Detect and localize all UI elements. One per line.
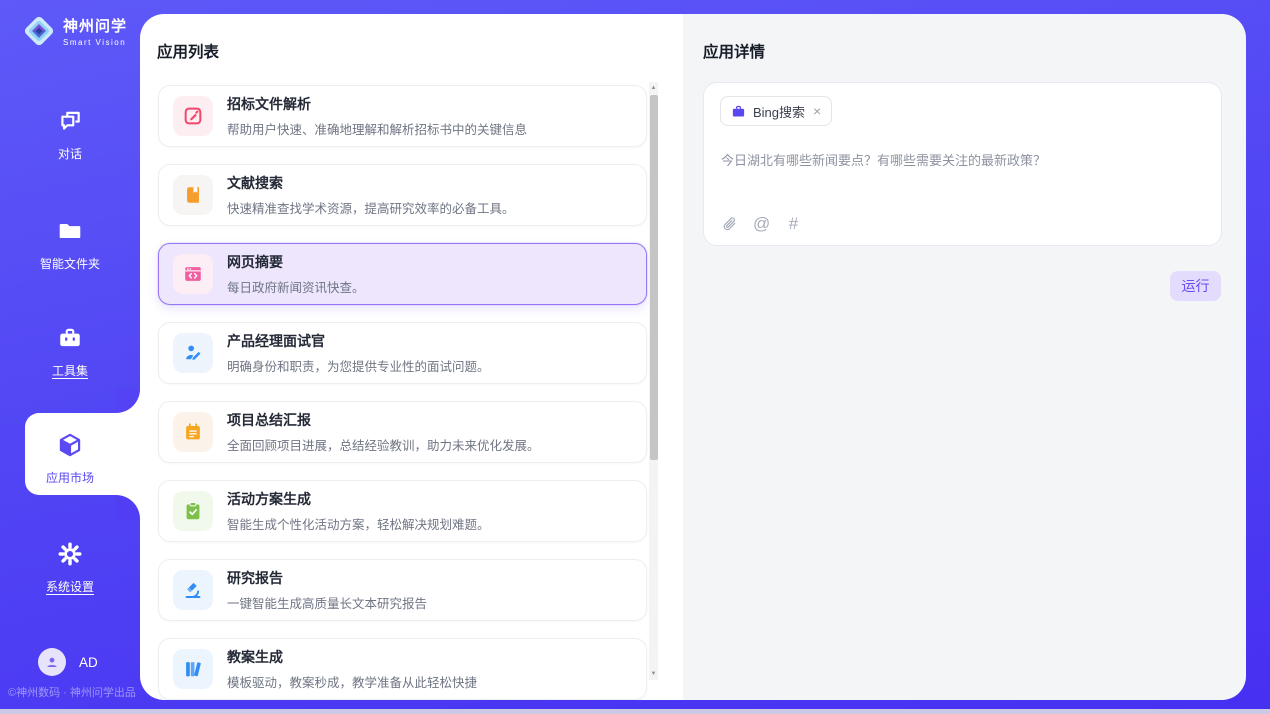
app-card-desc: 智能生成个性化活动方案，轻松解决规划难题。 [227, 514, 490, 533]
app-detail-panel: 应用详情 Bing搜索 × 今日湖北有哪些新闻要点？有哪些需要关注的最新政策？ … [683, 14, 1246, 700]
sidebar-item-label: 智能文件夹 [0, 255, 140, 272]
microscope-icon [182, 579, 204, 601]
app-card-title: 网页摘要 [227, 252, 365, 272]
chevron-up-icon[interactable]: ▲ [649, 82, 658, 94]
app-card-title: 项目总结汇报 [227, 410, 540, 430]
app-card-title: 教案生成 [227, 647, 477, 667]
app-card-list: 招标文件解析帮助用户快速、准确地理解和解析招标书中的关键信息文献搜索快速精准查找… [158, 85, 647, 700]
report-note-icon [182, 421, 204, 443]
app-tile [173, 491, 213, 531]
app-card-title: 产品经理面试官 [227, 331, 490, 351]
app-card-desc: 一键智能生成高质量长文本研究报告 [227, 593, 427, 612]
app-card[interactable]: 网页摘要每日政府新闻资讯快查。 [158, 243, 647, 305]
app-card-desc: 每日政府新闻资讯快查。 [227, 277, 365, 296]
at-icon[interactable]: @ [753, 215, 770, 232]
app-tile [173, 254, 213, 294]
app-tile [173, 649, 213, 689]
user-icon [44, 654, 60, 670]
chevron-down-icon[interactable]: ▼ [649, 668, 658, 680]
chat-icon [57, 108, 83, 134]
diamond-logo-icon [20, 12, 58, 50]
sidebar-item-chat[interactable]: 对话 [0, 108, 140, 162]
briefcase-icon [731, 104, 746, 119]
avatar[interactable] [38, 648, 66, 676]
prompt-card: Bing搜索 × 今日湖北有哪些新闻要点？有哪些需要关注的最新政策？ @# [703, 82, 1222, 246]
pill-notch-bottom [116, 495, 140, 519]
app-card-title: 招标文件解析 [227, 94, 527, 114]
app-card[interactable]: 产品经理面试官明确身份和职责，为您提供专业性的面试问题。 [158, 322, 647, 384]
hash-icon[interactable]: # [785, 215, 802, 232]
close-icon[interactable]: × [813, 104, 821, 118]
sidebar-item-folders[interactable]: 智能文件夹 [0, 218, 140, 272]
composer-toolbar: @# [721, 215, 802, 232]
app-tile [173, 175, 213, 215]
brand: 神州问学 Smart Vision [20, 12, 127, 50]
brand-name: 神州问学 [63, 15, 127, 36]
app-card[interactable]: 招标文件解析帮助用户快速、准确地理解和解析招标书中的关键信息 [158, 85, 647, 147]
app-card-title: 文献搜索 [227, 173, 515, 193]
bottom-strip [0, 709, 1270, 714]
web-code-icon [182, 263, 204, 285]
app-card[interactable]: 研究报告一键智能生成高质量长文本研究报告 [158, 559, 647, 621]
interview-icon [182, 342, 204, 364]
app-card-desc: 模板驱动，教案秒成，教学准备从此轻松快捷 [227, 672, 477, 691]
app-card-desc: 快速精准查找学术资源，提高研究效率的必备工具。 [227, 198, 515, 217]
app-detail-title: 应用详情 [703, 40, 765, 62]
app-list-panel: 应用列表 招标文件解析帮助用户快速、准确地理解和解析招标书中的关键信息文献搜索快… [140, 14, 683, 700]
app-list-title: 应用列表 [157, 40, 219, 62]
app-card[interactable]: 活动方案生成智能生成个性化活动方案，轻松解决规划难题。 [158, 480, 647, 542]
sidebar-item-app-market[interactable]: 应用市场 [0, 432, 140, 486]
brand-tagline: Smart Vision [63, 38, 127, 47]
books-icon [182, 658, 204, 680]
run-button[interactable]: 运行 [1170, 271, 1221, 301]
app-card[interactable]: 文献搜索快速精准查找学术资源，提高研究效率的必备工具。 [158, 164, 647, 226]
app-card[interactable]: 项目总结汇报全面回顾项目进展，总结经验教训，助力未来优化发展。 [158, 401, 647, 463]
sidebar-item-label: 工具集 [0, 362, 140, 379]
scrollbar-thumb[interactable] [650, 95, 658, 460]
app-card-title: 研究报告 [227, 568, 427, 588]
app-window: 神州问学 Smart Vision 对话智能文件夹工具集应用市场系统设置 AD … [0, 0, 1270, 714]
app-tile [173, 333, 213, 373]
folder-icon [57, 218, 83, 244]
user-row[interactable]: AD [38, 648, 98, 676]
sidebar-item-label: 系统设置 [0, 578, 140, 595]
clipboard-check-icon [182, 500, 204, 522]
sidebar-item-label: 应用市场 [0, 469, 140, 486]
tool-chip-label: Bing搜索 [753, 102, 805, 121]
app-card[interactable]: 教案生成模板驱动，教案秒成，教学准备从此轻松快捷 [158, 638, 647, 700]
book-icon [182, 184, 204, 206]
tool-chip-bing[interactable]: Bing搜索 × [720, 96, 832, 126]
pill-notch-top [116, 389, 140, 413]
user-initials: AD [79, 655, 98, 670]
app-card-title: 活动方案生成 [227, 489, 490, 509]
cube-icon [57, 432, 83, 458]
gear-icon [57, 541, 83, 567]
prompt-text[interactable]: 今日湖北有哪些新闻要点？有哪些需要关注的最新政策？ [721, 151, 1205, 171]
app-card-desc: 明确身份和职责，为您提供专业性的面试问题。 [227, 356, 490, 375]
app-card-desc: 帮助用户快速、准确地理解和解析招标书中的关键信息 [227, 119, 527, 138]
paperclip-icon[interactable] [721, 215, 738, 232]
sidebar-item-tools[interactable]: 工具集 [0, 325, 140, 379]
sidebar-item-settings[interactable]: 系统设置 [0, 541, 140, 595]
toolbox-icon [57, 325, 83, 351]
document-edit-icon [182, 105, 204, 127]
copyright-text: ©神州数码 · 神州问学出品 [8, 684, 136, 700]
scrollbar[interactable]: ▲ ▼ [649, 82, 658, 680]
app-card-desc: 全面回顾项目进展，总结经验教训，助力未来优化发展。 [227, 435, 540, 454]
app-tile [173, 96, 213, 136]
app-tile [173, 412, 213, 452]
content-area: 应用列表 招标文件解析帮助用户快速、准确地理解和解析招标书中的关键信息文献搜索快… [140, 14, 1246, 700]
sidebar-item-label: 对话 [0, 145, 140, 162]
app-tile [173, 570, 213, 610]
